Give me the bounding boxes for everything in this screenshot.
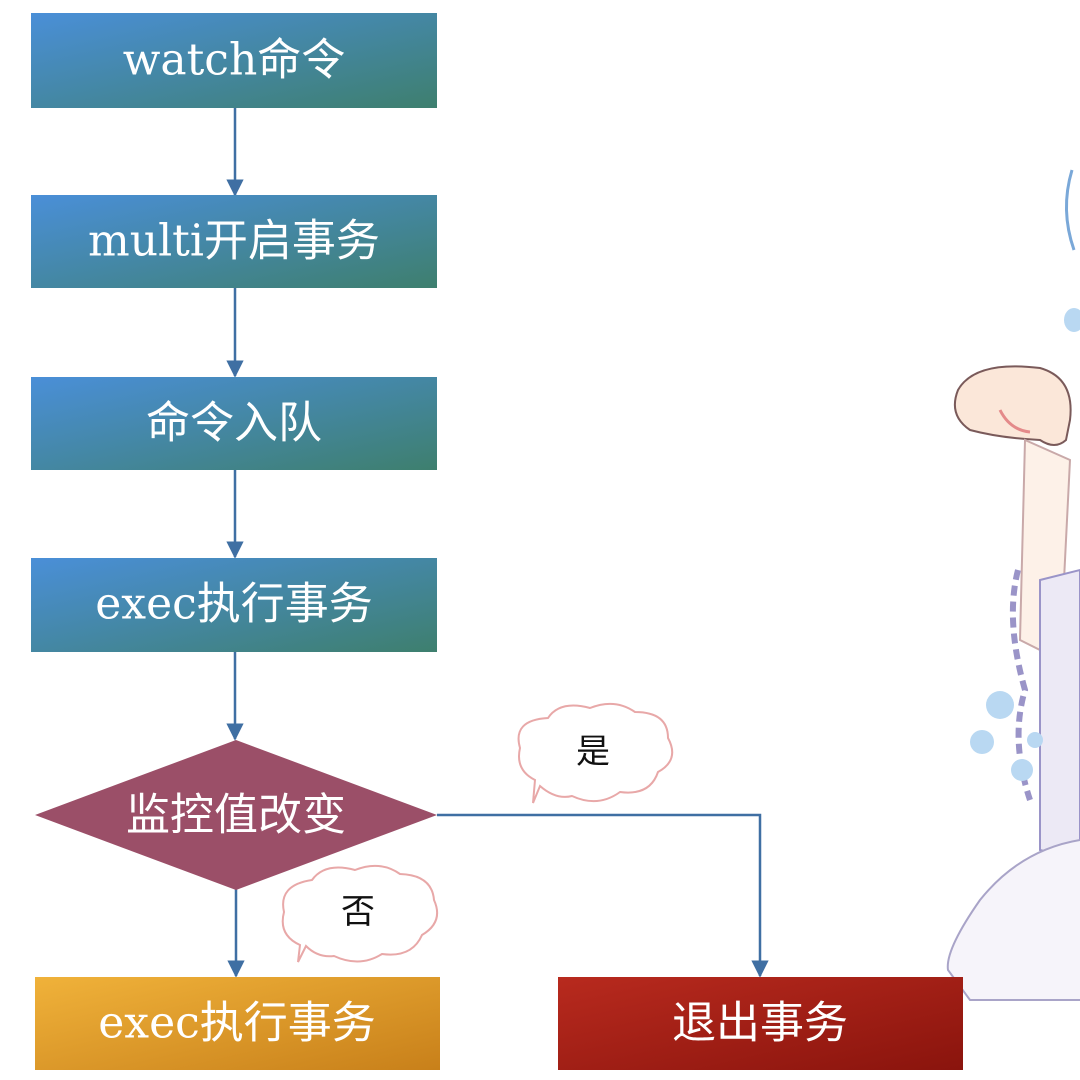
step-exec: exec执行事务 — [31, 558, 437, 652]
step-exec-final-label: exec执行事务 — [98, 998, 376, 1049]
branch-yes-label: 是 — [576, 732, 610, 772]
step-watch: watch命令 — [31, 13, 437, 108]
flowchart: watch命令 multi开启事务 命令入队 exec执行事务 监控值改变 ex… — [31, 13, 1080, 1070]
arrow-decision-yes — [437, 813, 769, 978]
branch-no-label: 否 — [341, 892, 375, 932]
bubble-yes: 是 — [517, 702, 674, 804]
decision-label: 监控值改变 — [126, 790, 346, 841]
step-exit: 退出事务 — [558, 977, 963, 1070]
step-queue-label: 命令入队 — [146, 398, 322, 449]
step-exec-final: exec执行事务 — [35, 977, 440, 1070]
step-exit-label: 退出事务 — [672, 998, 848, 1049]
step-watch-label: watch命令 — [123, 35, 346, 86]
step-multi: multi开启事务 — [31, 195, 437, 288]
step-queue: 命令入队 — [31, 377, 437, 470]
step-exec-label: exec执行事务 — [95, 579, 373, 630]
character-illustration — [946, 169, 1080, 1001]
bubble-no: 否 — [281, 864, 438, 963]
step-multi-label: multi开启事务 — [88, 216, 380, 267]
